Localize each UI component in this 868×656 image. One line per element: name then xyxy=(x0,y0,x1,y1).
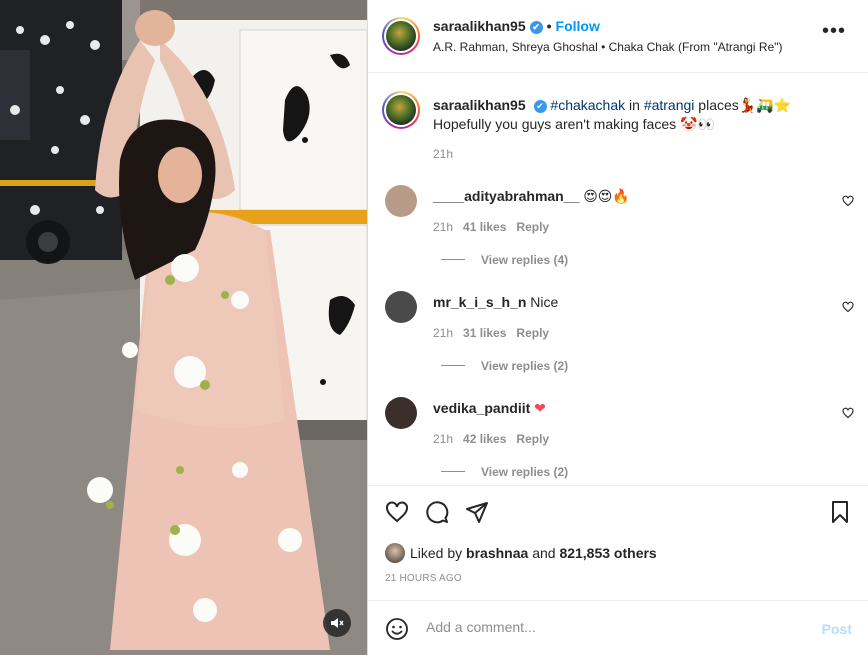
likes-and: and xyxy=(532,545,556,561)
caption-text: places xyxy=(698,97,739,113)
post-header: saraalikhan95 ✔ • Follow A.R. Rahman, Shrey… xyxy=(368,0,868,73)
comment-avatar[interactable] xyxy=(385,185,417,217)
comment-avatar[interactable] xyxy=(385,291,417,323)
post-actions: Liked by brashnaa and 821,853 others 21 … xyxy=(368,485,868,584)
post-video[interactable] xyxy=(0,0,367,655)
audio-attribution[interactable]: A.R. Rahman, Shreya Ghoshal • Chaka Chak… xyxy=(433,40,783,54)
comment-time[interactable]: 21h xyxy=(433,432,453,446)
verified-badge-icon: ✔ xyxy=(533,100,547,113)
comment-avatar[interactable] xyxy=(385,397,417,429)
like-comment-heart-icon[interactable] xyxy=(842,301,854,313)
verified-badge-icon: ✔ xyxy=(529,21,543,34)
smiley-icon[interactable] xyxy=(385,617,409,641)
author-avatar[interactable] xyxy=(382,17,420,55)
caption-emojis: 💃🛺⭐ xyxy=(738,98,792,114)
author-username[interactable]: saraalikhan95 xyxy=(433,18,526,34)
view-replies-button[interactable]: View replies (2) xyxy=(441,465,568,479)
comment-time[interactable]: 21h xyxy=(433,326,453,340)
post-side-panel: saraalikhan95 ✔ • Follow A.R. Rahman, Shrey… xyxy=(367,0,868,655)
likes-count[interactable]: 821,853 others xyxy=(559,545,656,561)
caption: saraalikhan95 ✔ #chakachak in #atrangi p… xyxy=(433,96,843,134)
reply-button[interactable]: Reply xyxy=(516,432,549,446)
comment-username[interactable]: mr_k_i_s_h_n xyxy=(433,294,526,310)
comment-icon[interactable] xyxy=(425,500,449,524)
post-time-ago[interactable]: 21 HOURS AGO xyxy=(385,573,462,584)
more-options-icon[interactable]: ••• xyxy=(822,21,846,41)
comments-list[interactable]: saraalikhan95 ✔ #chakachak in #atrangi p… xyxy=(368,73,868,485)
comment: vedika_pandiit ❤ xyxy=(433,400,546,417)
comment-likes[interactable]: 42 likes xyxy=(463,432,506,446)
comment-input[interactable] xyxy=(424,618,808,636)
caption-text: Hopefully you guys aren't making faces xyxy=(433,116,677,132)
comment-time[interactable]: 21h xyxy=(433,220,453,234)
bookmark-icon[interactable] xyxy=(828,500,852,524)
post-modal: saraalikhan95 ✔ • Follow A.R. Rahman, Shrey… xyxy=(0,0,868,655)
post-comment-button[interactable]: Post xyxy=(822,621,852,637)
paper-plane-icon[interactable] xyxy=(465,500,489,524)
author-line: saraalikhan95 ✔ • Follow xyxy=(433,18,600,34)
follow-button[interactable]: Follow xyxy=(556,18,600,34)
video-frame xyxy=(0,0,367,655)
caption-time[interactable]: 21h xyxy=(433,147,453,161)
liker-username[interactable]: brashnaa xyxy=(466,545,528,561)
comment-username[interactable]: ____adityabrahman__ xyxy=(433,188,579,204)
comment-meta: 21h 41 likes Reply xyxy=(433,220,549,234)
add-comment-bar: Post xyxy=(368,600,868,656)
like-comment-heart-icon[interactable] xyxy=(842,195,854,207)
mute-button[interactable] xyxy=(323,609,351,637)
comment-meta: 21h 42 likes Reply xyxy=(433,432,549,446)
caption-username[interactable]: saraalikhan95 xyxy=(433,97,526,113)
caption-emojis: 🤡👀 xyxy=(680,117,715,133)
reply-button[interactable]: Reply xyxy=(516,220,549,234)
comment-text: Nice xyxy=(530,294,559,310)
comment-meta: 21h 31 likes Reply xyxy=(433,326,549,340)
hashtag-link[interactable]: #atrangi xyxy=(644,97,695,113)
caption-avatar[interactable] xyxy=(382,91,420,129)
likes-summary: Liked by brashnaa and 821,853 others xyxy=(385,543,657,563)
caption-text: in xyxy=(629,97,640,113)
likes-prefix: Liked by xyxy=(410,545,463,561)
comment-text: ❤ xyxy=(534,401,546,417)
reply-button[interactable]: Reply xyxy=(516,326,549,340)
like-comment-heart-icon[interactable] xyxy=(842,407,854,419)
header-separator: • xyxy=(546,18,552,34)
comment-text: 😍😍🔥 xyxy=(583,189,630,205)
comment: mr_k_i_s_h_n Nice xyxy=(433,294,558,310)
comment-likes[interactable]: 31 likes xyxy=(463,326,506,340)
comment-username[interactable]: vedika_pandiit xyxy=(433,400,530,416)
comment-likes[interactable]: 41 likes xyxy=(463,220,506,234)
comment: ____adityabrahman__ 😍😍🔥 xyxy=(433,188,630,205)
speaker-muted-icon xyxy=(331,618,344,628)
hashtag-link[interactable]: #chakachak xyxy=(550,97,625,113)
liker-avatar[interactable] xyxy=(385,543,405,563)
heart-icon[interactable] xyxy=(385,500,409,524)
view-replies-button[interactable]: View replies (4) xyxy=(441,253,568,267)
view-replies-button[interactable]: View replies (2) xyxy=(441,359,568,373)
